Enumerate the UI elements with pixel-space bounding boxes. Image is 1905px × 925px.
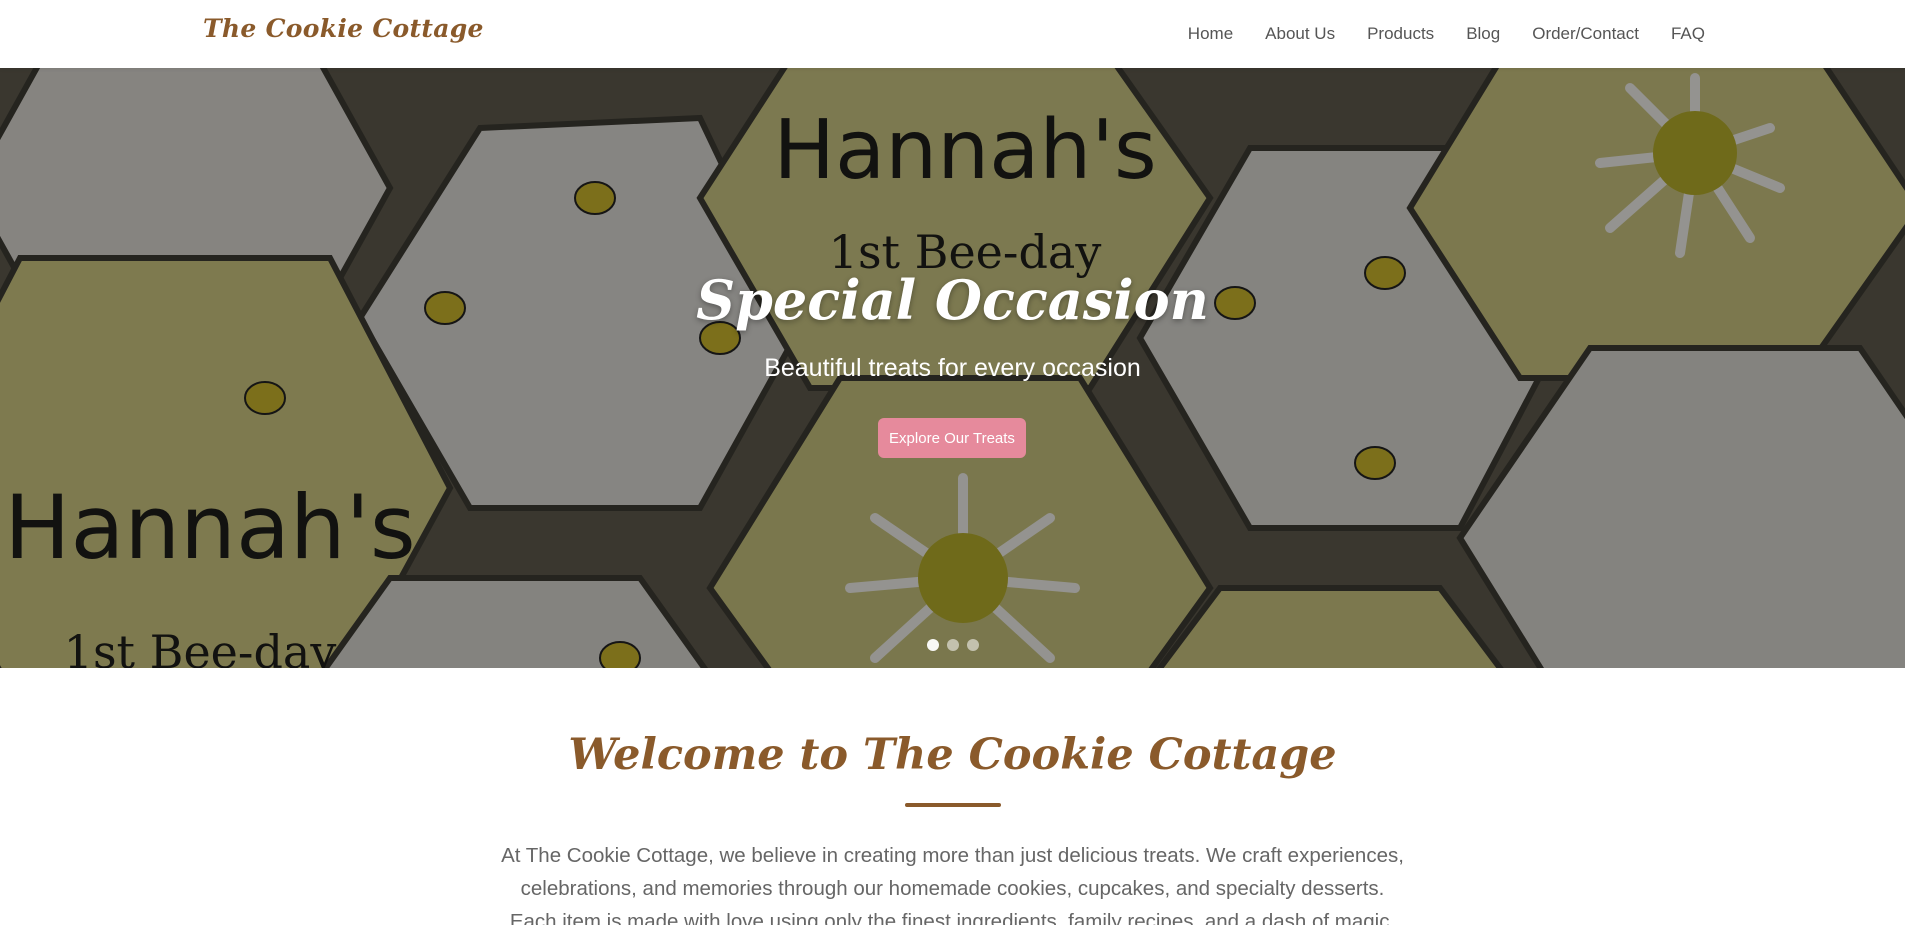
carousel-dot-3[interactable] [966, 639, 979, 651]
carousel-dot-2[interactable] [946, 639, 959, 651]
main-nav: Home About Us Products Blog Order/Contac… [1156, 0, 1705, 68]
nav-blog[interactable]: Blog [1466, 24, 1500, 44]
carousel-dot-1[interactable] [926, 639, 939, 651]
nav-about-us[interactable]: About Us [1265, 24, 1335, 44]
hero-subtitle: Beautiful treats for every occasion [764, 354, 1141, 382]
nav-faq[interactable]: FAQ [1671, 24, 1705, 44]
hero-carousel: Hannah's 1st Bee-day Hannah's 1st Bee-da… [0, 68, 1905, 668]
explore-treats-button[interactable]: Explore Our Treats [878, 418, 1026, 458]
carousel-indicators [0, 639, 1905, 651]
nav-order-contact[interactable]: Order/Contact [1532, 24, 1639, 44]
welcome-heading: Welcome to The Cookie Cottage [568, 730, 1337, 780]
hero-title: Special Occasion [696, 268, 1209, 332]
site-header: The Cookie Cottage Home About Us Product… [0, 0, 1905, 68]
nav-home[interactable]: Home [1188, 24, 1233, 44]
site-logo[interactable]: The Cookie Cottage [203, 14, 484, 43]
nav-products[interactable]: Products [1367, 24, 1434, 44]
welcome-paragraph: At The Cookie Cottage, we believe in cre… [501, 844, 1404, 925]
heading-divider [905, 803, 1001, 807]
